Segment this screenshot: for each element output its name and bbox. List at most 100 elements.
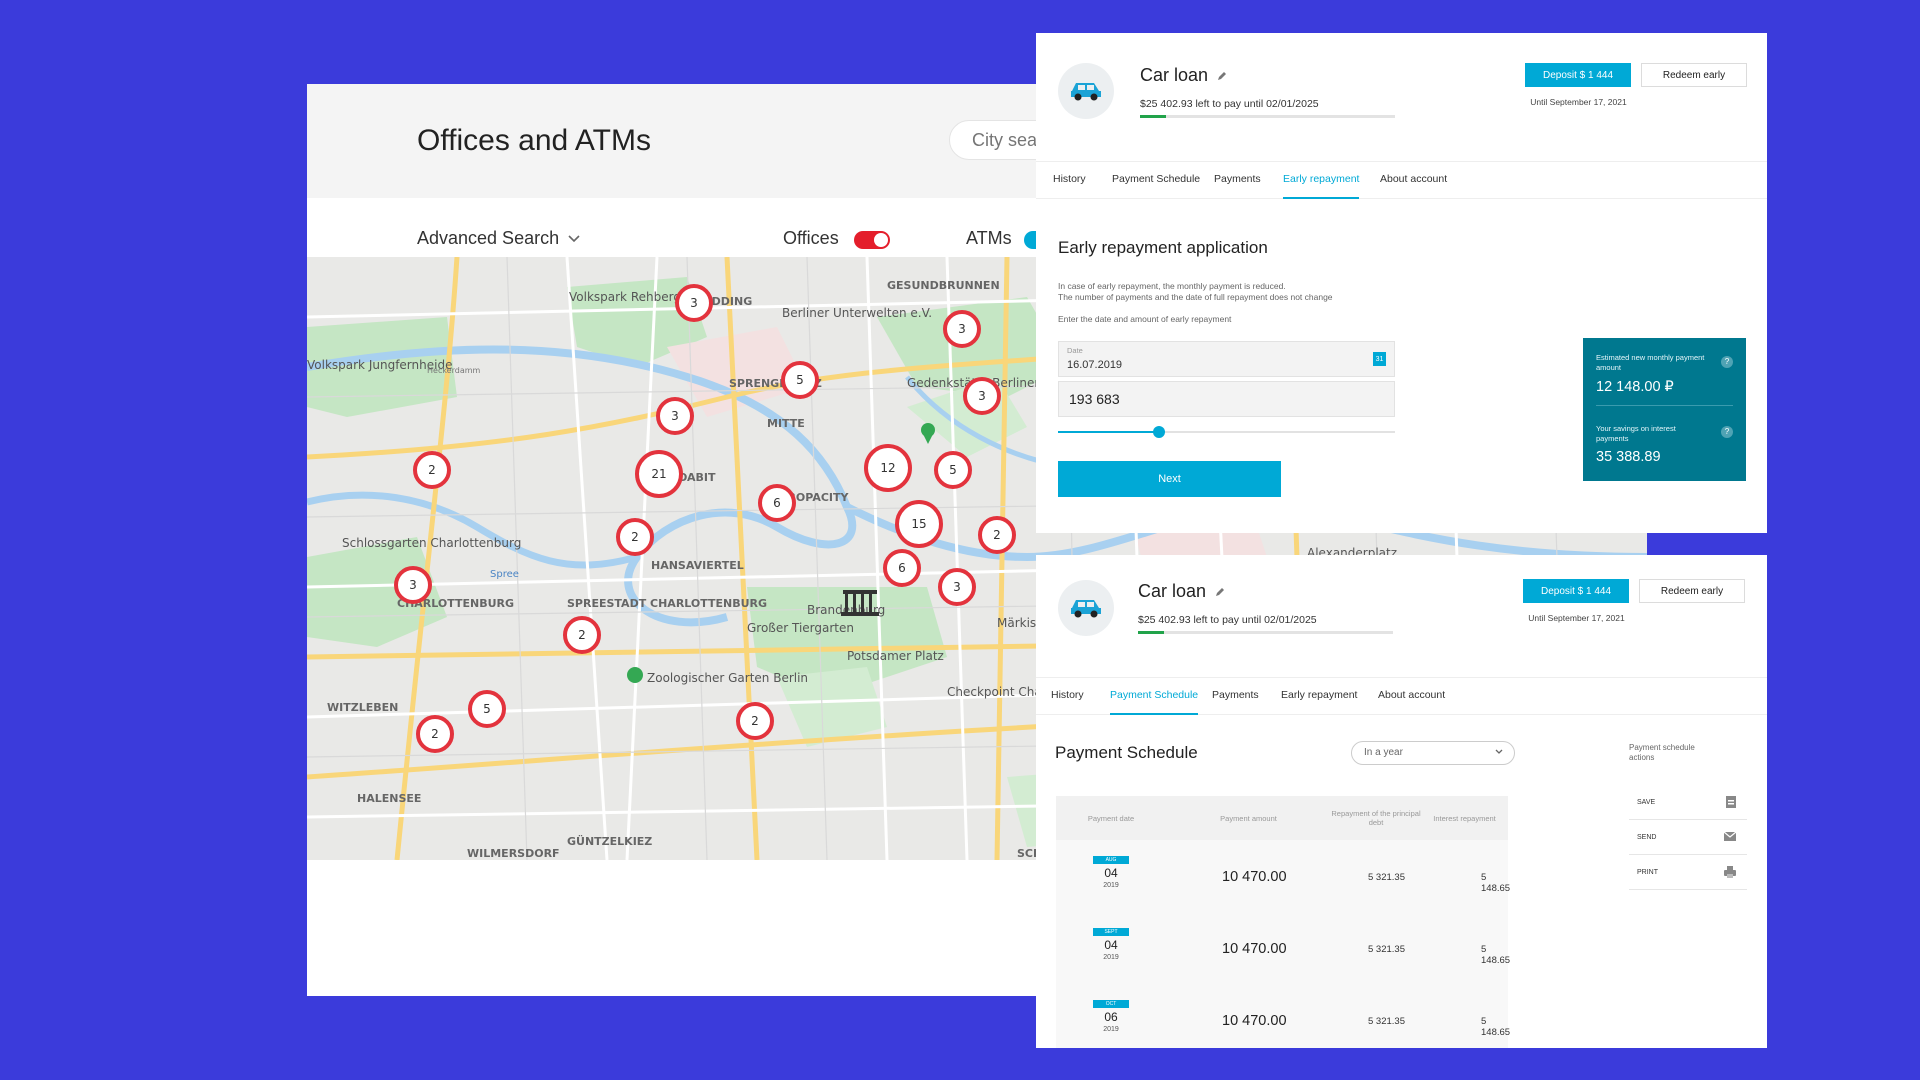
date-day: 06 [1104, 1010, 1118, 1024]
tab-early-repayment[interactable]: Early repayment [1283, 173, 1360, 199]
deposit-button[interactable]: Deposit $ 1 444 [1523, 579, 1629, 603]
redeem-early-button[interactable]: Redeem early [1639, 579, 1745, 603]
atm-cluster-marker[interactable]: 2 [978, 516, 1016, 554]
date-year: 2019 [1103, 1026, 1119, 1033]
tab-history[interactable]: History [1051, 689, 1084, 701]
atm-cluster-marker[interactable]: 5 [468, 690, 506, 728]
offices-toggle[interactable] [854, 231, 890, 249]
cluster-count: 3 [953, 580, 961, 594]
divider [1596, 405, 1733, 406]
tab-payment-schedule[interactable]: Payment Schedule [1110, 689, 1199, 715]
date-month: OCT [1093, 1000, 1129, 1008]
table-row[interactable]: SEPT 04 2019 10 470.00 5 321.35 5 148.65 [1056, 912, 1511, 984]
payment-schedule-table: Payment date Payment amount Repayment of… [1056, 796, 1511, 1048]
atm-cluster-marker[interactable]: 2 [736, 702, 774, 740]
page-title: Offices and ATMs [417, 124, 651, 157]
atm-cluster-marker[interactable]: 2 [563, 616, 601, 654]
map-label: SPREESTADT CHARLOTTENBURG [567, 597, 767, 610]
map-label: Zoologischer Garten Berlin [647, 671, 808, 685]
atm-cluster-marker[interactable]: 3 [394, 566, 432, 604]
cluster-count: 3 [671, 409, 679, 423]
atm-cluster-marker[interactable]: 15 [895, 500, 943, 548]
tab-history[interactable]: History [1053, 173, 1086, 185]
interest-amount: 5 148.65 [1481, 944, 1511, 966]
period-select[interactable]: In a year [1351, 741, 1515, 765]
account-tabs: History Payment Schedule Payments Early … [1036, 677, 1767, 715]
print-action-label: PRINT [1637, 869, 1658, 876]
edit-pencil-icon[interactable] [1214, 586, 1226, 598]
interest-amount: 5 148.65 [1481, 872, 1511, 894]
date-field-value: 16.07.2019 [1067, 359, 1123, 371]
atm-cluster-marker[interactable]: 2 [616, 518, 654, 556]
estimate-label: Estimated new monthly payment amount [1596, 353, 1705, 372]
atm-cluster-marker[interactable]: 5 [934, 451, 972, 489]
cluster-count: 3 [409, 578, 417, 592]
cluster-count: 2 [431, 727, 439, 741]
map-label: Berliner Unterwelten e.V. [782, 306, 932, 320]
cluster-count: 5 [949, 463, 957, 477]
cluster-count: 5 [796, 373, 804, 387]
atm-cluster-marker[interactable]: 2 [416, 715, 454, 753]
date-badge: OCT 06 2019 [1093, 1000, 1129, 1033]
table-header: Payment date Payment amount Repayment of… [1056, 796, 1508, 840]
next-button[interactable]: Next [1058, 461, 1281, 497]
atm-cluster-marker[interactable]: 5 [781, 361, 819, 399]
period-select-value: In a year [1364, 747, 1403, 758]
tab-payments[interactable]: Payments [1212, 689, 1259, 701]
table-row[interactable]: AUG 04 2019 10 470.00 5 321.35 5 148.65 [1056, 840, 1511, 912]
cluster-count: 6 [898, 561, 906, 575]
tab-early-repayment[interactable]: Early repayment [1281, 689, 1357, 701]
map-label: Spree [490, 569, 519, 580]
date-badge: SEPT 04 2019 [1093, 928, 1129, 961]
tab-payment-schedule[interactable]: Payment Schedule [1112, 173, 1200, 185]
column-header-principal: Repayment of the principal debt [1331, 809, 1421, 827]
slider-thumb[interactable] [1153, 426, 1166, 438]
column-header-date: Payment date [1087, 813, 1135, 823]
loan-title-text: Car loan [1140, 65, 1209, 85]
loan-remaining-text: $25 402.93 left to pay until 02/01/2025 [1138, 614, 1317, 626]
map-label: Heckerdamm [427, 366, 481, 375]
atm-cluster-marker[interactable]: 3 [656, 397, 694, 435]
column-header-amount: Payment amount [1220, 813, 1277, 823]
tab-about-account[interactable]: About account [1378, 689, 1445, 701]
cluster-count: 21 [651, 467, 666, 481]
help-icon[interactable]: ? [1721, 426, 1733, 438]
amount-input[interactable] [1058, 381, 1395, 417]
redeem-early-button[interactable]: Redeem early [1641, 63, 1747, 87]
atm-cluster-marker[interactable]: 3 [675, 284, 713, 322]
map-label: HALENSEE [357, 792, 421, 805]
send-action[interactable]: SEND [1629, 821, 1747, 855]
save-action-label: SAVE [1637, 799, 1656, 806]
atm-cluster-marker[interactable]: 3 [963, 377, 1001, 415]
calendar-icon[interactable]: 31 [1373, 352, 1386, 366]
atm-cluster-marker[interactable]: 12 [864, 444, 912, 492]
map-label: Schlossgarten Charlottenburg [342, 536, 521, 550]
car-icon [1071, 83, 1101, 101]
loan-progress-bar [1140, 115, 1395, 118]
until-date-text: Until September 17, 2021 [1528, 613, 1625, 623]
atm-cluster-marker[interactable]: 6 [758, 484, 796, 522]
section-title: Payment Schedule [1055, 743, 1198, 762]
deposit-button[interactable]: Deposit $ 1 444 [1525, 63, 1631, 87]
advanced-search-dropdown[interactable]: Advanced Search [417, 228, 581, 249]
car-avatar [1058, 580, 1114, 636]
edit-pencil-icon[interactable] [1216, 70, 1228, 82]
tab-payments[interactable]: Payments [1214, 173, 1261, 185]
chevron-down-icon [568, 234, 580, 242]
column-header-interest: Interest repayment [1433, 813, 1496, 823]
map-label: Großer Tiergarten [747, 621, 854, 635]
tab-about-account[interactable]: About account [1380, 173, 1447, 185]
amount-slider[interactable] [1058, 426, 1395, 438]
atm-cluster-marker[interactable]: 6 [883, 549, 921, 587]
save-action[interactable]: SAVE [1629, 786, 1747, 820]
date-field[interactable]: Date 16.07.2019 31 [1058, 341, 1395, 377]
help-icon[interactable]: ? [1721, 356, 1733, 368]
cluster-count: 3 [690, 296, 698, 310]
cluster-count: 2 [631, 530, 639, 544]
atm-cluster-marker[interactable]: 3 [943, 310, 981, 348]
atm-cluster-marker[interactable]: 3 [938, 568, 976, 606]
atm-cluster-marker[interactable]: 21 [635, 450, 683, 498]
atm-cluster-marker[interactable]: 2 [413, 451, 451, 489]
print-action[interactable]: PRINT [1629, 856, 1747, 890]
table-row[interactable]: OCT 06 2019 10 470.00 5 321.35 5 148.65 [1056, 984, 1510, 1048]
